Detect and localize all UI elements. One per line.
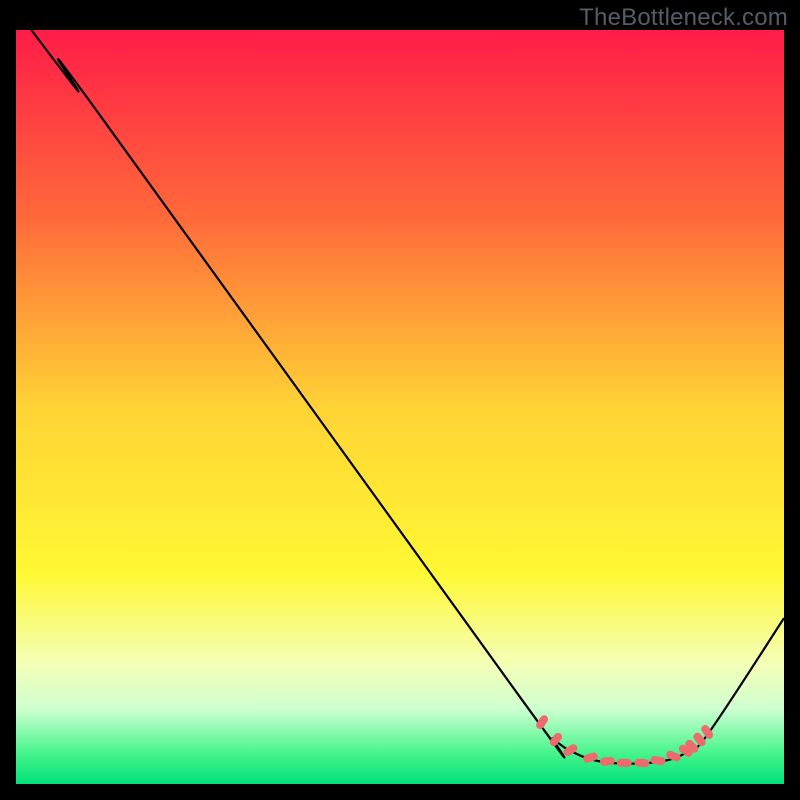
curve-marker: [617, 759, 632, 767]
bottleneck-chart: [16, 30, 784, 784]
plot-area: [16, 30, 784, 784]
gradient-background: [16, 30, 784, 784]
watermark-text: TheBottleneck.com: [579, 4, 788, 32]
chart-frame: TheBottleneck.com: [0, 0, 800, 800]
